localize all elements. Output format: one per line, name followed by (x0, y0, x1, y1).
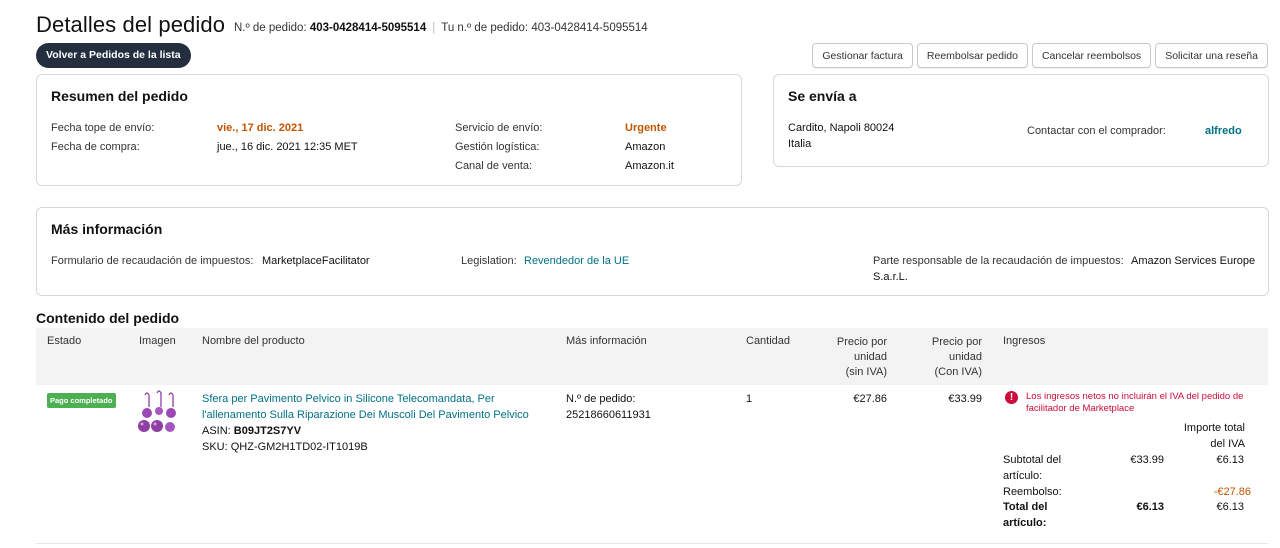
buyer-name-link[interactable]: alfredo (1205, 125, 1242, 137)
col-unit-price-no-vat: Precio por unidad (sin IVA) (836, 336, 887, 378)
refund-label: Reembolso: (1003, 486, 1062, 498)
col-image: Imagen (139, 335, 176, 347)
col-more-info: Más información (566, 335, 647, 347)
income-warning: Los ingresos netos no incluirán el IVA d… (1026, 391, 1244, 414)
your-order-number-label: Tu n.º de pedido: (441, 22, 529, 34)
asin-value: B09JT2S7YV (233, 425, 302, 437)
manage-invoice-button[interactable]: Gestionar factura (812, 43, 913, 68)
legislation-label: Legislation: (461, 255, 517, 267)
your-order-number-value: 403-0428414-5095514 (531, 22, 648, 34)
product-title-link[interactable]: Sfera per Pavimento Pelvico in Silicone … (202, 391, 562, 407)
tax-responsible-value: Amazon Services Europe (1131, 255, 1256, 267)
tax-responsible-value-cont: S.a.r.L. (873, 271, 908, 283)
ship-to-title: Se envía a (788, 88, 857, 104)
product-asin: ASIN: B09JT2S7YV (202, 425, 302, 437)
refund-order-button[interactable]: Reembolsar pedido (916, 43, 1028, 68)
ship-by-label: Fecha tope de envío: (51, 122, 155, 134)
total-vat-link[interactable]: Importe total del IVA (1160, 420, 1245, 452)
fulfillment-value: Amazon (625, 141, 666, 153)
contact-buyer-label: Contactar con el comprador: (1027, 125, 1166, 137)
row-divider (36, 543, 1268, 544)
status-badge: Pago completado (47, 393, 116, 408)
sales-channel-label: Canal de venta: (455, 160, 533, 172)
subtotal-value: €33.99 (1130, 454, 1164, 466)
col-unit-price-vat: Precio por unidad (Con IVA) (931, 336, 982, 378)
ship-to-card: Se envía a Cardito, Napoli 80024 Italia … (773, 74, 1269, 167)
order-item-label: N.º de pedido: (566, 393, 636, 405)
col-quantity: Cantidad (746, 335, 791, 347)
shipping-service-value: Urgente (625, 122, 667, 134)
tax-form-label: Formulario de recaudación de impuestos: (51, 255, 254, 267)
ship-to-address-line1: Cardito, Napoli 80024 (788, 122, 895, 134)
order-actions: Gestionar factura Reembolsar pedido Canc… (812, 43, 1268, 68)
order-number-value: 403-0428414-5095514 (309, 22, 427, 34)
purchase-date-value: jue., 16 dic. 2021 12:35 MET (217, 141, 358, 153)
shipping-service-label: Servicio de envío: (455, 122, 543, 134)
item-quantity: 1 (746, 393, 753, 405)
order-ids: N.º de pedido: 403-0428414-5095514 | Tu n.… (234, 22, 648, 34)
ship-to-address-line2: Italia (788, 138, 812, 150)
product-title-link-cont[interactable]: l'allenamento Sulla Riparazione Dei Musc… (202, 407, 562, 423)
product-sku: SKU: QHZ-GM2H1TD02-IT1019B (202, 441, 368, 453)
col-status: Estado (47, 335, 82, 347)
back-to-orders-button[interactable]: Volver a Pedidos de la lista (36, 43, 191, 68)
item-total-label: Total del artículo: (1003, 501, 1048, 529)
product-cell: Sfera per Pavimento Pelvico in Silicone … (202, 391, 562, 455)
more-info-card: Más información Formulario de recaudació… (36, 207, 1269, 296)
refund-vat: -€27.86 (1213, 486, 1251, 498)
legislation-link[interactable]: Revendedor de la UE (524, 255, 629, 267)
order-item-info: N.º de pedido: 25218660611931 (566, 391, 651, 423)
unit-price-vat: €33.99 (948, 393, 982, 405)
order-contents-title: Contenido del pedido (36, 310, 180, 326)
order-summary-card: Resumen del pedido Fecha tope de envío: … (36, 74, 742, 186)
purchase-date-label: Fecha de compra: (51, 141, 140, 153)
col-income: Ingresos (1003, 335, 1046, 347)
subtotal-vat: €6.13 (1216, 454, 1244, 466)
warning-icon: ! (1005, 391, 1018, 404)
order-item-value: 25218660611931 (566, 409, 651, 421)
page-title: Detalles del pedido (36, 12, 226, 37)
order-number-label: N.º de pedido: (234, 22, 307, 34)
more-info-title: Más información (51, 221, 163, 237)
sales-channel-value: Amazon.it (625, 160, 674, 172)
item-total-value: €6.13 (1136, 501, 1164, 513)
ship-by-value: vie., 17 dic. 2021 (217, 122, 304, 134)
subtotal-label: Subtotal del artículo: (1003, 454, 1062, 482)
col-product-name: Nombre del producto (202, 335, 305, 347)
fulfillment-label: Gestión logística: (455, 141, 540, 153)
order-summary-title: Resumen del pedido (51, 88, 188, 104)
item-total-vat: €6.13 (1216, 501, 1244, 513)
tax-form-value: MarketplaceFacilitator (262, 255, 370, 267)
order-contents-table-header: Estado Imagen Nombre del producto Más in… (36, 328, 1268, 385)
product-image[interactable] (136, 389, 182, 435)
cancel-refunds-button[interactable]: Cancelar reembolsos (1031, 43, 1152, 68)
tax-responsible-label: Parte responsable de la recaudación de i… (873, 255, 1124, 267)
request-review-button[interactable]: Solicitar una reseña (1155, 43, 1268, 68)
product-thumbnail-icon (138, 390, 176, 432)
unit-price-no-vat: €27.86 (853, 393, 887, 405)
